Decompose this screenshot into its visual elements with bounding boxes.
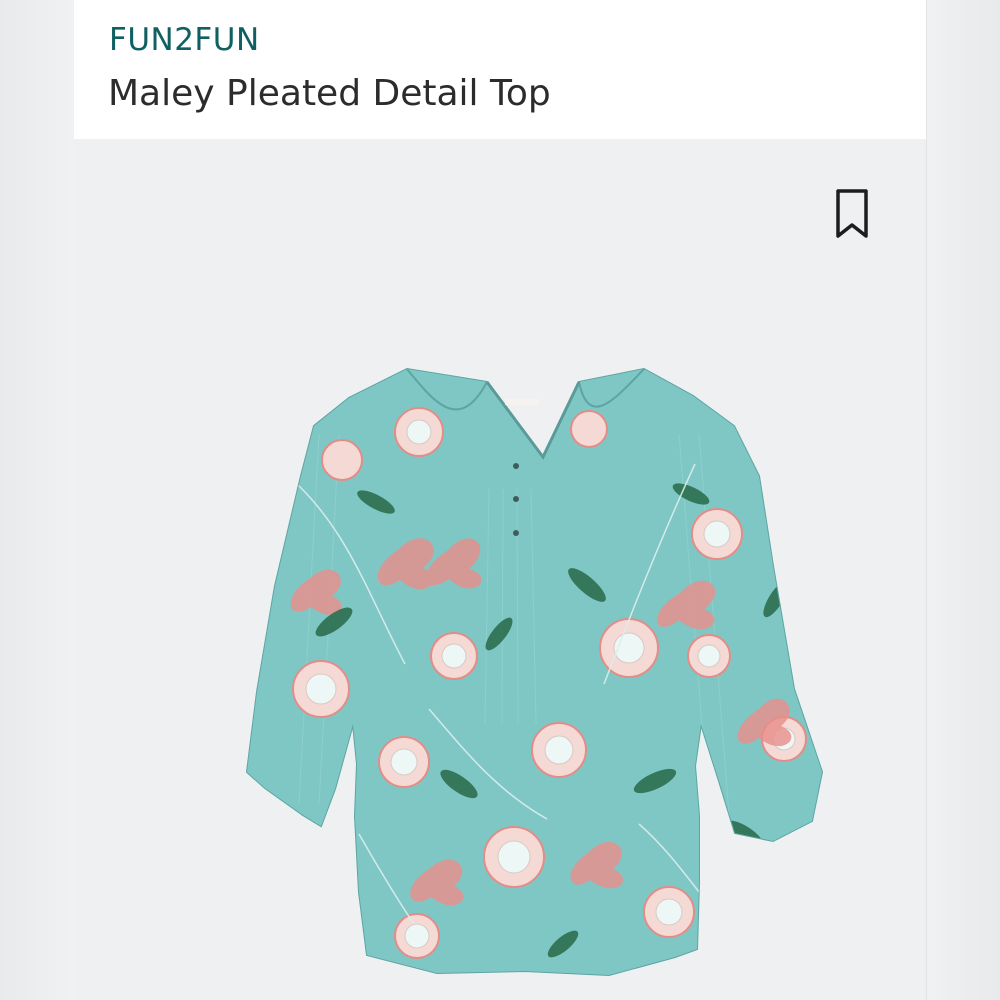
brand-name[interactable]: FUN2FUN bbox=[109, 22, 260, 58]
product-page: FUN2FUN Maley Pleated Detail Top bbox=[0, 0, 1000, 1000]
bookmark-icon[interactable] bbox=[832, 187, 872, 241]
right-edge-divider bbox=[926, 0, 927, 1000]
product-header: FUN2FUN Maley Pleated Detail Top bbox=[74, 0, 926, 139]
product-card: FUN2FUN Maley Pleated Detail Top bbox=[74, 0, 926, 1000]
product-title: Maley Pleated Detail Top bbox=[108, 73, 551, 114]
product-image bbox=[245, 367, 824, 977]
product-image-area bbox=[74, 139, 926, 1000]
